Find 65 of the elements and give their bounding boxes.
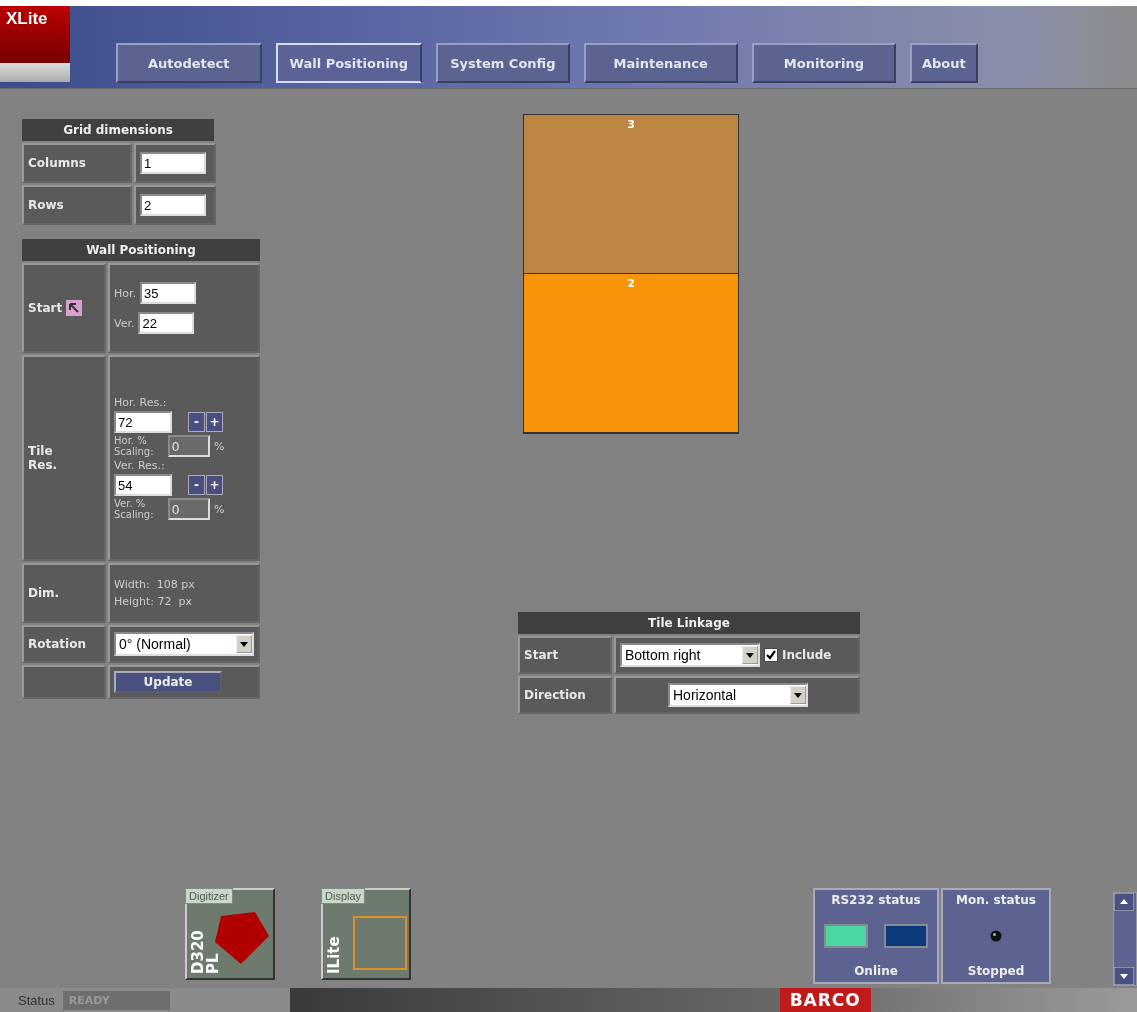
field-label: Hor. Res.: — [114, 396, 167, 409]
status-text: Online — [854, 964, 898, 978]
device-tag: Display — [321, 888, 366, 904]
checkbox-label: Include — [782, 648, 832, 662]
checkbox[interactable] — [764, 648, 778, 662]
device-card[interactable]: Digitizer D320 PL — [185, 888, 275, 980]
start-select[interactable]: Bottom right — [620, 643, 760, 667]
direction-select[interactable]: Horizontal — [668, 683, 808, 707]
nav-tab[interactable]: Maintenance — [583, 43, 738, 83]
number-field[interactable]: 35 — [140, 282, 196, 304]
width-text: Width: 108 px — [114, 578, 195, 591]
height-text: Height: 72 px — [114, 595, 193, 608]
number-field[interactable]: 1 — [140, 152, 206, 174]
field-label: Dim. — [22, 563, 106, 623]
screen-frame-icon — [353, 916, 407, 970]
app-logo: XLite — [0, 6, 70, 82]
field-label: Tile Res. — [22, 355, 106, 561]
number-field[interactable]: 2 — [140, 194, 206, 216]
device-tag: Digitizer — [185, 888, 233, 904]
nav-tab[interactable]: Monitoring — [751, 43, 896, 83]
scroll-bar[interactable] — [1113, 892, 1137, 986]
minus-button[interactable]: - — [188, 475, 205, 495]
section-title: Grid dimensions — [22, 119, 214, 141]
number-field[interactable]: 72 — [114, 411, 172, 433]
field-label: Start — [518, 636, 612, 674]
field-label: Hor. — [114, 286, 136, 300]
field-label: Hor. % Scaling: — [114, 435, 155, 457]
panel-title: RS232 status — [831, 893, 921, 907]
panel-title: Mon. status — [956, 893, 1036, 907]
caret-icon — [794, 692, 802, 698]
field-label: Rows — [22, 185, 132, 225]
number-field[interactable]: 22 — [138, 312, 195, 334]
device-card[interactable]: Display ILite — [321, 888, 411, 980]
field-label: Columns — [22, 143, 132, 183]
status-text: Stopped — [967, 964, 1025, 978]
device-name: ILite — [327, 935, 342, 974]
nav-tab[interactable]: Wall Positioning — [275, 43, 423, 83]
section-title: Wall Positioning — [22, 239, 260, 261]
nav-tab[interactable]: Autodetect — [116, 43, 262, 83]
brand-logo: BARCO — [779, 988, 871, 1012]
number-field[interactable]: 54 — [114, 474, 172, 496]
nav-tab[interactable]: System Config — [436, 43, 570, 83]
field-label: Ver. — [114, 316, 135, 330]
caret-icon — [240, 641, 248, 647]
field-label: Ver. % Scaling: — [114, 498, 155, 520]
device-name: D320 PL — [191, 929, 221, 974]
status-label: Status — [18, 992, 55, 1008]
update-button[interactable]: Update — [114, 671, 222, 693]
scroll-down-icon[interactable] — [1114, 967, 1134, 985]
indicator-icon — [990, 929, 1002, 942]
plus-button[interactable]: + — [206, 475, 223, 495]
percent-label: % — [214, 439, 225, 453]
minus-button[interactable]: - — [188, 412, 205, 432]
field-label: Ver. Res.: — [114, 459, 165, 472]
field-label: Start — [28, 301, 63, 315]
percent-label: % — [214, 502, 225, 516]
field-label: Direction — [518, 676, 612, 714]
rotation-select[interactable]: 0° (Normal) — [114, 632, 254, 656]
field-label: Rotation — [22, 625, 106, 663]
caret-icon — [746, 652, 754, 658]
nav-tab[interactable]: About — [909, 43, 978, 83]
scroll-up-icon[interactable] — [1114, 893, 1134, 911]
corner-arrow-icon — [66, 300, 83, 316]
section-title: Tile Linkage — [518, 612, 860, 634]
plus-button[interactable]: + — [206, 412, 223, 432]
